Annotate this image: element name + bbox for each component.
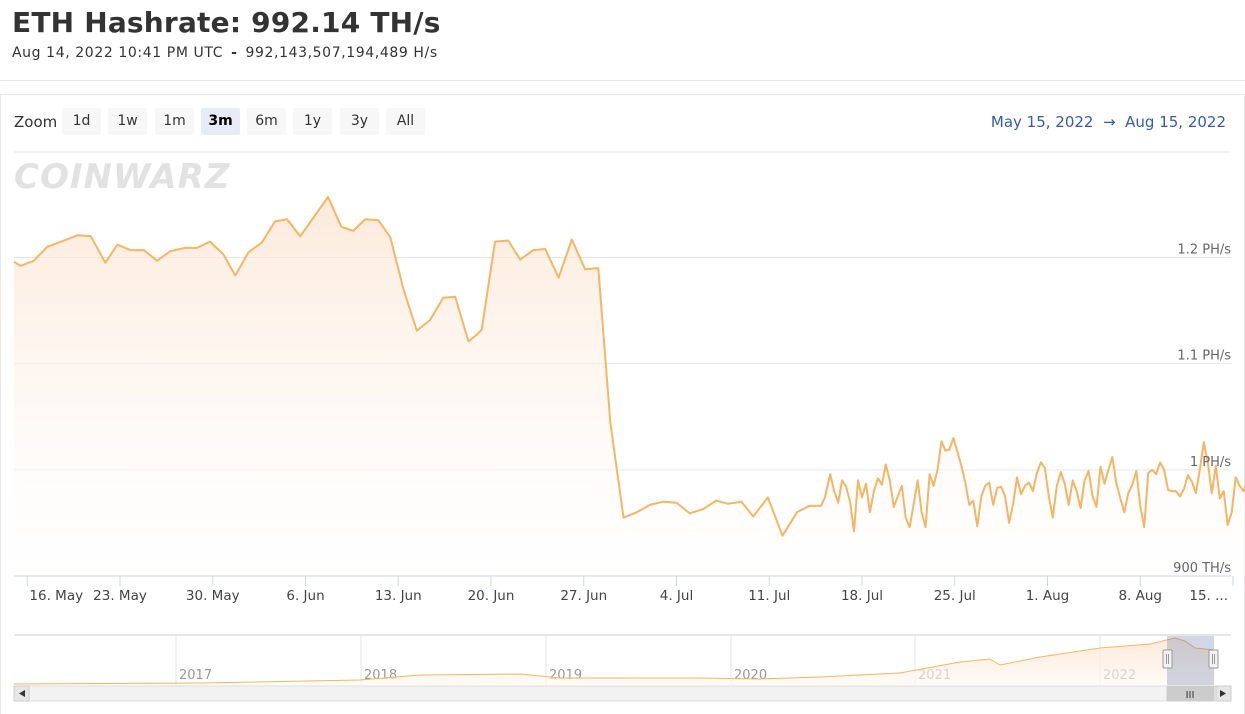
x-tick-label: 18. Jul [841, 588, 883, 604]
x-tick-label: 16. May [29, 588, 83, 604]
navigator-right-handle[interactable] [1208, 649, 1219, 669]
x-tick-label: 6. Jun [286, 588, 324, 604]
x-tick-label: 25. Jul [934, 588, 976, 604]
x-tick-label: 30. May [186, 588, 240, 604]
area-fill [14, 197, 1245, 576]
x-tick-label: 8. Aug [1118, 588, 1162, 604]
x-tick-label: 13. Jun [375, 588, 422, 604]
navigator-selection[interactable] [1167, 636, 1214, 685]
x-tick-label: 27. Jun [560, 588, 607, 604]
y-tick-label: 900 TH/s [1173, 561, 1231, 576]
x-tick-label: 15. ... [1189, 588, 1228, 604]
x-tick-label: 11. Jul [748, 588, 790, 604]
navigator[interactable]: 201720182019202020212022 [13, 634, 1231, 685]
x-tick-label: 23. May [93, 588, 147, 604]
coinwarz-watermark: COINWARZ [14, 157, 231, 197]
navigator-year-label: 2017 [179, 668, 212, 683]
scrollbar-grip: III [1186, 690, 1195, 701]
x-tick-label: 20. Jun [468, 588, 515, 604]
x-tick-label: 1. Aug [1026, 588, 1070, 604]
scrollbar[interactable]: III [13, 685, 1232, 702]
navigator-left-handle[interactable] [1162, 649, 1173, 669]
y-tick-label: 1.1 PH/s [1177, 349, 1231, 364]
y-tick-label: 1 PH/s [1190, 455, 1231, 470]
hashrate-chart: COINWARZ 900 TH/s1 PH/s1.1 PH/s1.2 PH/s … [13, 151, 1245, 702]
y-tick-label: 1.2 PH/s [1177, 242, 1231, 257]
scrollbar-track[interactable] [13, 685, 1232, 702]
x-axis-labels: 16. May 23. May 30. May 6. Jun 13. Jun 20. Ju… [26, 576, 1234, 604]
x-tick-label: 4. Jul [660, 588, 693, 604]
